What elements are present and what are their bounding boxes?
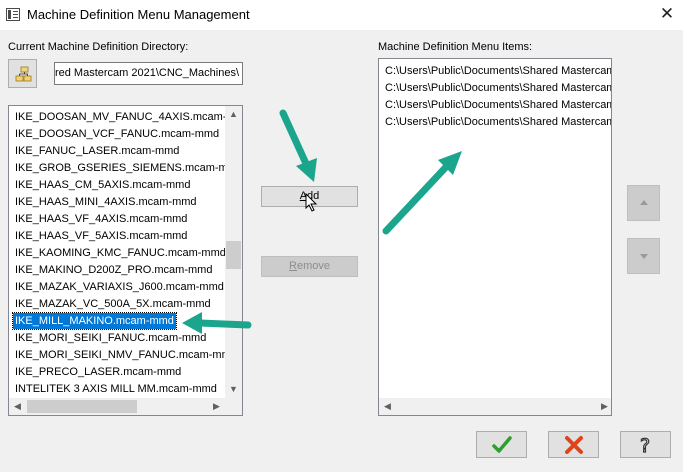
machine-list-item[interactable]: IKE_PRECO_LASER.mcam-mmd [13,364,183,380]
app-window-icon [6,8,20,21]
machine-definition-list[interactable]: IKE_DOOSAN_MV_FANUC_4AXIS.mcam-mmd IKE_DO… [8,105,243,416]
title-bar: Machine Definition Menu Management ✕ [0,0,683,30]
close-button[interactable]: ✕ [656,3,678,25]
ok-button[interactable] [476,431,527,458]
machine-list-item[interactable]: IKE_HAAS_VF_4AXIS.mcam-mmd [13,211,189,227]
menu-list-item[interactable]: C:\Users\Public\Documents\Shared Masterc… [383,80,611,96]
browse-folder-icon [15,66,32,82]
machine-list-horizontal-scrollbar[interactable]: ◀ ▶ [9,398,225,415]
question-mark-icon: ? [639,434,650,456]
arrow-up-icon [639,200,648,205]
menu-items-list[interactable]: C:\Users\Public\Documents\Shared Masterc… [378,58,612,416]
arrow-down-icon [639,254,648,259]
scroll-down-arrow-icon[interactable]: ▼ [225,381,242,398]
cancel-button[interactable] [548,431,599,458]
scroll-thumb[interactable] [226,241,241,269]
machine-list-item[interactable]: IKE_GROB_GSERIES_SIEMENS.mcam-mmd [13,160,242,176]
remove-label-rest: emove [296,260,330,272]
directory-label: Current Machine Definition Directory: [8,41,189,53]
machine-list-item[interactable]: IKE_HAAS_CM_5AXIS.mcam-mmd [13,177,192,193]
menu-list-item[interactable]: C:\Users\Public\Documents\Shared Masterc… [383,63,611,79]
remove-button[interactable]: Remove [261,256,358,277]
scroll-left-arrow-icon[interactable]: ◀ [9,398,26,415]
remove-accelerator: R [289,260,297,272]
menu-list-item[interactable]: C:\Users\Public\Documents\Shared Masterc… [383,114,611,130]
scroll-right-arrow-icon[interactable]: ▶ [596,398,611,415]
move-up-button[interactable] [627,185,660,221]
browse-directory-button[interactable] [8,59,37,88]
machine-list-item[interactable]: IKE_KAOMING_KMC_FANUC.mcam-mmd [13,245,228,261]
red-x-icon [565,436,583,454]
directory-path-field[interactable]: C:\Users\Public\Documents\Shared Masterc… [54,62,243,85]
scroll-up-arrow-icon[interactable]: ▲ [225,106,242,123]
menu-list-item[interactable]: C:\Users\Public\Documents\Shared Masterc… [383,97,611,113]
menu-list-horizontal-scrollbar[interactable]: ◀ ▶ [379,398,611,415]
machine-list-item[interactable]: IKE_FANUC_LASER.mcam-mmd [13,143,181,159]
machine-list-item[interactable]: IKE_HAAS_MINI_4AXIS.mcam-mmd [13,194,199,210]
machine-list-item[interactable]: IKE_DOOSAN_VCF_FANUC.mcam-mmd [13,126,221,142]
machine-list-item[interactable]: IKE_MILL_MAKINO.mcam-mmd [12,312,177,330]
directory-path-text: C:\Users\Public\Documents\Shared Masterc… [54,67,239,79]
scroll-thumb[interactable] [27,400,137,413]
move-down-button[interactable] [627,238,660,274]
scroll-left-arrow-icon[interactable]: ◀ [379,398,396,415]
scroll-right-arrow-icon[interactable]: ▶ [208,398,225,415]
machine-list-item[interactable]: IKE_DOOSAN_MV_FANUC_4AXIS.mcam-mmd [13,109,242,125]
help-button[interactable]: ? [620,431,671,458]
machine-list-item[interactable]: IKE_MORI_SEIKI_NMV_FANUC.mcam-mmd [13,347,239,363]
machine-list-item[interactable]: IKE_MAZAK_VARIAXIS_J600.mcam-mmd [13,279,226,295]
menu-items-label: Machine Definition Menu Items: [378,41,533,53]
machine-list-item[interactable]: IKE_MAKINO_D200Z_PRO.mcam-mmd [13,262,214,278]
svg-text:?: ? [640,435,650,456]
machine-list-vertical-scrollbar[interactable]: ▲ ▼ [225,106,242,398]
machine-list-item[interactable]: INTELITEK 3 AXIS MILL MM.mcam-mmd [13,381,219,397]
machine-list-item[interactable]: IKE_HAAS_VF_5AXIS.mcam-mmd [13,228,189,244]
checkmark-icon [492,436,512,453]
scrollbar-corner [225,398,242,415]
machine-list-item[interactable]: IKE_MORI_SEIKI_FANUC.mcam-mmd [13,330,208,346]
window-title: Machine Definition Menu Management [27,7,250,22]
machine-list-item[interactable]: IKE_MAZAK_VC_500A_5X.mcam-mmd [13,296,213,312]
annotation-arrow-to-add [279,109,317,182]
mouse-cursor-icon [305,193,318,212]
